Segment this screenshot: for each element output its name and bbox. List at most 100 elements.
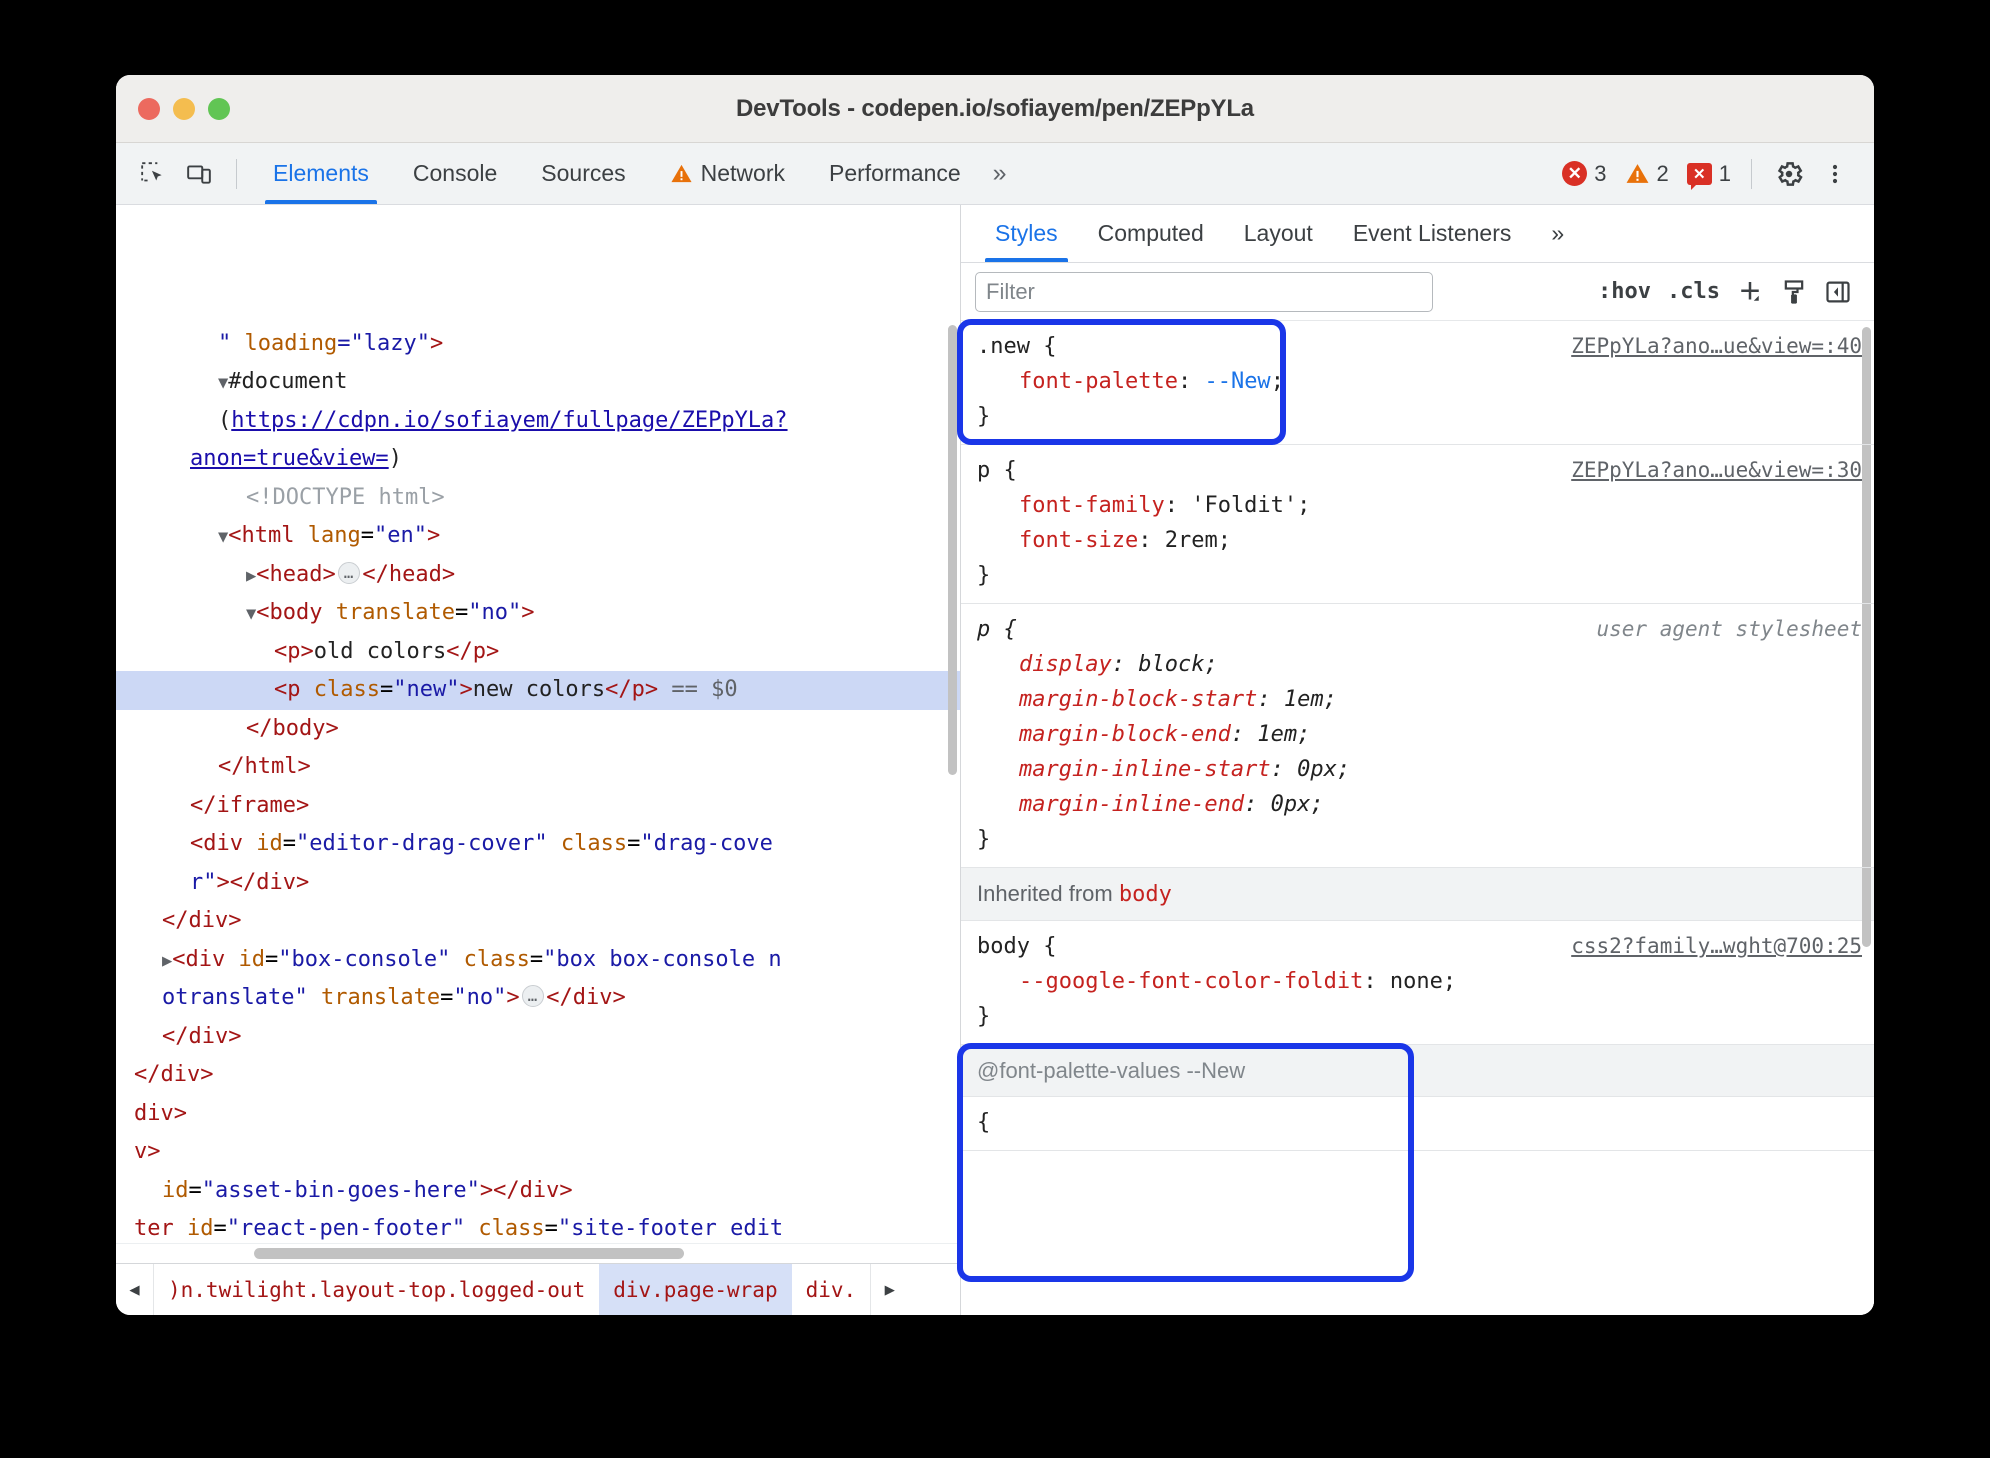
dom-node-row[interactable]: <div id="editor-drag-cover" class="drag-… xyxy=(116,825,960,864)
collapse-pane-icon[interactable] xyxy=(1816,270,1860,314)
issues-counter[interactable]: ✕ 1 xyxy=(1681,161,1737,190)
dom-vertical-scrollbar[interactable] xyxy=(948,325,957,775)
tab-performance[interactable]: Performance xyxy=(807,143,983,204)
dom-horizontal-scrollbar[interactable] xyxy=(116,1243,960,1263)
expand-twisty-icon[interactable]: ▼ xyxy=(246,604,256,624)
css-rule-2[interactable]: p {user agent stylesheet display: block; m… xyxy=(961,604,1874,868)
css-declaration[interactable]: display: block; xyxy=(961,647,1874,682)
gear-icon[interactable] xyxy=(1766,151,1812,197)
css-property[interactable]: margin-inline-end xyxy=(1019,792,1244,817)
tab-console[interactable]: Console xyxy=(391,143,519,204)
css-property[interactable]: display xyxy=(1019,652,1112,677)
close-window-button[interactable] xyxy=(138,97,160,120)
css-selector[interactable]: p { xyxy=(977,612,1017,647)
css-declaration[interactable]: margin-inline-end: 0px; xyxy=(961,787,1874,822)
css-property[interactable]: margin-block-end xyxy=(1019,722,1231,747)
tab-sources[interactable]: Sources xyxy=(519,143,647,204)
css-value[interactable]: 1em xyxy=(1257,722,1297,747)
css-value[interactable]: block xyxy=(1138,652,1204,677)
dom-node-row[interactable]: </div> xyxy=(116,902,960,941)
dom-node-row[interactable]: ter id="react-pen-footer" class="site-fo… xyxy=(116,1210,960,1243)
css-value[interactable]: 0px xyxy=(1271,792,1311,817)
css-selector[interactable]: { xyxy=(977,1105,990,1140)
css-rule-inherited-body[interactable]: body {css2?family…wght@700:25 --google-fo… xyxy=(961,921,1874,1045)
tab-styles[interactable]: Styles xyxy=(975,205,1078,262)
warning-counter[interactable]: 2 xyxy=(1619,161,1675,187)
dom-node-row[interactable]: </div> xyxy=(116,1056,960,1095)
css-declaration[interactable]: margin-block-start: 1em; xyxy=(961,682,1874,717)
css-value[interactable]: 'Foldit' xyxy=(1191,493,1297,518)
css-property[interactable]: --google-font-color-foldit xyxy=(1019,969,1363,994)
css-declaration[interactable]: margin-inline-start: 0px; xyxy=(961,752,1874,787)
style-origin-link[interactable]: css2?family…wght@700:25 xyxy=(1571,929,1862,964)
minimize-window-button[interactable] xyxy=(173,97,195,120)
css-declaration[interactable]: margin-block-end: 1em; xyxy=(961,717,1874,752)
css-rules-list[interactable]: .new {ZEPpYLa?ano…ue&view=:40 font-palett… xyxy=(961,321,1874,1315)
dom-node-row[interactable]: (https://cdpn.io/sofiayem/fullpage/ZEPpY… xyxy=(116,402,960,441)
dom-node-row[interactable]: v> xyxy=(116,1133,960,1172)
css-selector[interactable]: body { xyxy=(977,929,1056,964)
dom-node-row[interactable]: id="asset-bin-goes-here"></div> xyxy=(116,1172,960,1211)
css-rule-0[interactable]: .new {ZEPpYLa?ano…ue&view=:40 font-palett… xyxy=(961,321,1874,445)
maximize-window-button[interactable] xyxy=(208,97,230,120)
toggle-pseudo-states-button[interactable]: :hov xyxy=(1590,279,1659,304)
tab-event-listeners[interactable]: Event Listeners xyxy=(1333,205,1532,262)
dom-node-row[interactable]: ▶<div id="box-console" class="box box-co… xyxy=(116,941,960,980)
css-value[interactable]: none xyxy=(1390,969,1443,994)
dom-node-row[interactable]: div> xyxy=(116,1095,960,1134)
css-rule-1[interactable]: p {ZEPpYLa?ano…ue&view=:30 font-family: '… xyxy=(961,445,1874,604)
css-declaration[interactable]: font-size: 2rem; xyxy=(961,523,1874,558)
dom-node-row[interactable]: ▼#document xyxy=(116,363,960,402)
css-value[interactable]: 2rem xyxy=(1165,528,1218,553)
css-value[interactable]: 1em xyxy=(1284,687,1324,712)
css-declaration[interactable]: font-palette: --New; xyxy=(961,364,1874,399)
styles-filter-input[interactable]: Filter xyxy=(975,271,1433,312)
css-rule-font-palette-values[interactable]: {</span></div><div class="decl" data-nam… xyxy=(961,1097,1874,1151)
dom-node-row[interactable]: anon=true&view=) xyxy=(116,440,960,479)
paintbrush-icon[interactable] xyxy=(1772,270,1816,314)
dom-node-row[interactable]: " loading="lazy"> xyxy=(116,325,960,364)
more-tabs-icon[interactable]: » xyxy=(983,159,1017,188)
dom-node-row[interactable]: </body> xyxy=(116,710,960,749)
expand-twisty-icon[interactable]: ▼ xyxy=(218,373,228,393)
css-declaration[interactable]: font-family: 'Foldit'; xyxy=(961,488,1874,523)
chevron-left-icon[interactable]: ◀ xyxy=(116,1264,154,1315)
collapse-twisty-icon[interactable]: ▶ xyxy=(246,566,256,586)
css-declaration[interactable]: --google-font-color-foldit: none; xyxy=(961,964,1874,999)
breadcrumb-item-2[interactable]: div. xyxy=(792,1264,871,1315)
css-property[interactable]: margin-inline-start xyxy=(1019,757,1271,782)
dom-node-row[interactable]: ▼<body translate="no"> xyxy=(116,594,960,633)
inspect-element-icon[interactable] xyxy=(130,151,176,197)
tab-computed[interactable]: Computed xyxy=(1078,205,1224,262)
dom-node-row[interactable]: <p class="new">new colors</p> == $0 xyxy=(116,671,960,710)
css-property[interactable]: font-family xyxy=(1019,493,1165,518)
dom-node-row[interactable]: <p>old colors</p> xyxy=(116,633,960,672)
css-property[interactable]: font-palette xyxy=(1019,369,1178,394)
dom-horizontal-scroll-thumb[interactable] xyxy=(254,1248,684,1259)
css-value[interactable]: --New xyxy=(1204,369,1270,394)
dom-node-row[interactable]: </html> xyxy=(116,748,960,787)
tab-network[interactable]: Network xyxy=(648,143,807,204)
breadcrumb-item-1[interactable]: div.page-wrap xyxy=(599,1264,792,1315)
plus-icon[interactable] xyxy=(1728,270,1772,314)
dom-node-row[interactable]: <!DOCTYPE html> xyxy=(116,479,960,518)
dom-node-row[interactable]: </iframe> xyxy=(116,787,960,826)
expand-twisty-icon[interactable]: ▼ xyxy=(218,527,228,547)
dom-node-row[interactable]: r"></div> xyxy=(116,864,960,903)
kebab-menu-icon[interactable] xyxy=(1812,151,1858,197)
chevron-right-icon[interactable]: ▶ xyxy=(870,1264,908,1315)
collapse-twisty-icon[interactable]: ▶ xyxy=(162,951,172,971)
breadcrumb-item-0[interactable]: )n.twilight.layout-top.logged-out xyxy=(154,1264,599,1315)
tab-elements[interactable]: Elements xyxy=(251,143,391,204)
styles-more-tabs-icon[interactable]: » xyxy=(1531,205,1584,262)
error-counter[interactable]: ✕ 3 xyxy=(1556,161,1612,187)
dom-node-row[interactable]: otranslate" translate="no">… </div> xyxy=(116,979,960,1018)
css-property[interactable]: font-size xyxy=(1019,528,1138,553)
device-toolbar-icon[interactable] xyxy=(176,151,222,197)
css-selector[interactable]: .new { xyxy=(977,329,1056,364)
dom-tree[interactable]: " loading="lazy"> ▼#document (https://cdpn… xyxy=(116,205,960,1243)
inherited-from-element[interactable]: body xyxy=(1119,882,1172,907)
style-origin-link[interactable]: ZEPpYLa?ano…ue&view=:30 xyxy=(1571,453,1862,488)
dom-node-row[interactable]: ▼<html lang="en"> xyxy=(116,517,960,556)
css-property[interactable]: margin-block-start xyxy=(1019,687,1257,712)
